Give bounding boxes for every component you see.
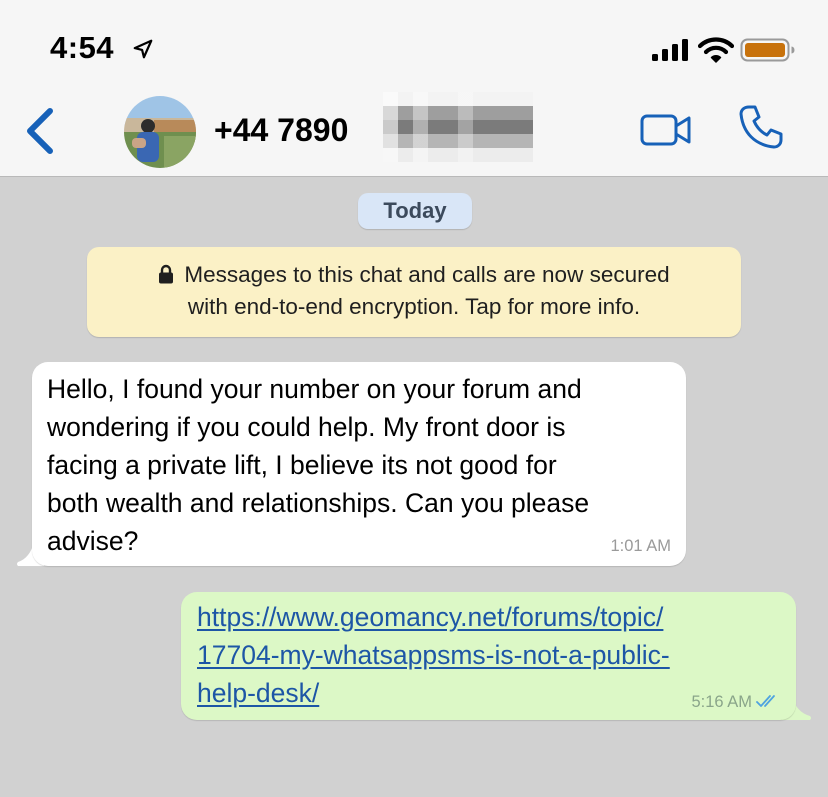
encryption-notice-line-1: Messages to this chat and calls are now … (87, 259, 741, 291)
link-line[interactable]: help-desk/ (197, 674, 777, 712)
link-line[interactable]: 17704-my-whatsappsms-is-not-a-public- (197, 636, 777, 674)
redacted-number-block (383, 92, 533, 162)
incoming-message-time: 1:01 AM (610, 537, 671, 555)
message-line: facing a private lift, I believe its not… (47, 450, 557, 480)
voice-call-icon[interactable] (738, 104, 784, 150)
encryption-notice-text-2: with end-to-end encryption. Tap for more… (187, 294, 641, 319)
link-line[interactable]: https://www.geomancy.net/forums/topic/ (197, 598, 777, 636)
video-call-icon[interactable] (640, 112, 692, 148)
location-arrow-icon (133, 39, 153, 59)
message-line: advise? (47, 526, 139, 556)
battery-icon (740, 38, 795, 62)
double-check-icon (756, 695, 775, 707)
outgoing-message-bubble[interactable]: https://www.geomancy.net/forums/topic/ 1… (181, 592, 796, 720)
incoming-message-text: Hello, I found your number on your forum… (47, 370, 677, 560)
outgoing-message-link[interactable]: https://www.geomancy.net/forums/topic/ 1… (197, 598, 777, 712)
encryption-notice-text-1: Messages to this chat and calls are now … (184, 262, 670, 287)
date-separator: Today (358, 193, 472, 229)
avatar-photo (124, 96, 196, 168)
wifi-icon (698, 37, 734, 63)
message-line: Hello, I found your number on your forum… (47, 374, 582, 404)
message-line: both wealth and relationships. Can you p… (47, 488, 590, 518)
contact-avatar[interactable] (124, 96, 196, 168)
signal-bars-icon (652, 39, 688, 61)
contact-number[interactable]: +44 7890 (214, 112, 348, 149)
status-time: 4:54 (50, 30, 115, 65)
lock-icon (159, 264, 174, 284)
outgoing-message-time: 5:16 AM (691, 693, 752, 711)
chat-header: 4:54 +44 7890 (0, 0, 828, 177)
back-chevron-icon[interactable] (22, 106, 56, 156)
message-line: wondering if you could help. My front do… (47, 412, 566, 442)
incoming-message-bubble[interactable]: Hello, I found your number on your forum… (32, 362, 686, 566)
encryption-notice[interactable]: Messages to this chat and calls are now … (87, 247, 741, 337)
